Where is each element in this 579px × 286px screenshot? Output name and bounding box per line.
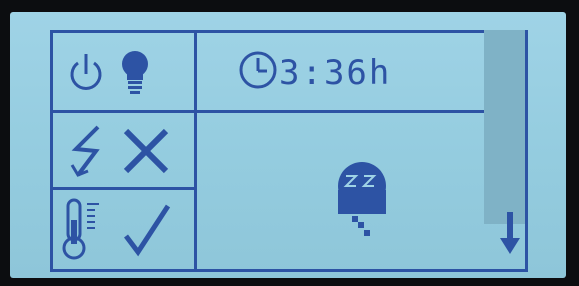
- lcd-screen: 3:36h: [10, 12, 566, 278]
- x-icon[interactable]: [122, 127, 170, 175]
- left-row-divider-1: [50, 110, 197, 113]
- checkmark-icon[interactable]: [122, 202, 172, 258]
- down-arrow-icon[interactable]: [499, 210, 521, 256]
- sleeping-icon: [338, 162, 386, 236]
- scrollbar[interactable]: [484, 30, 525, 224]
- power-icon[interactable]: [68, 52, 104, 94]
- thermometer-icon[interactable]: [62, 198, 105, 262]
- header-divider: [194, 110, 528, 113]
- clock-icon: [239, 51, 277, 89]
- lightbulb-icon[interactable]: [118, 50, 152, 98]
- left-column-divider: [194, 30, 197, 272]
- left-row-divider-2: [50, 187, 197, 190]
- timer-value: 3:36h: [279, 53, 392, 93]
- lightning-icon[interactable]: [68, 125, 108, 177]
